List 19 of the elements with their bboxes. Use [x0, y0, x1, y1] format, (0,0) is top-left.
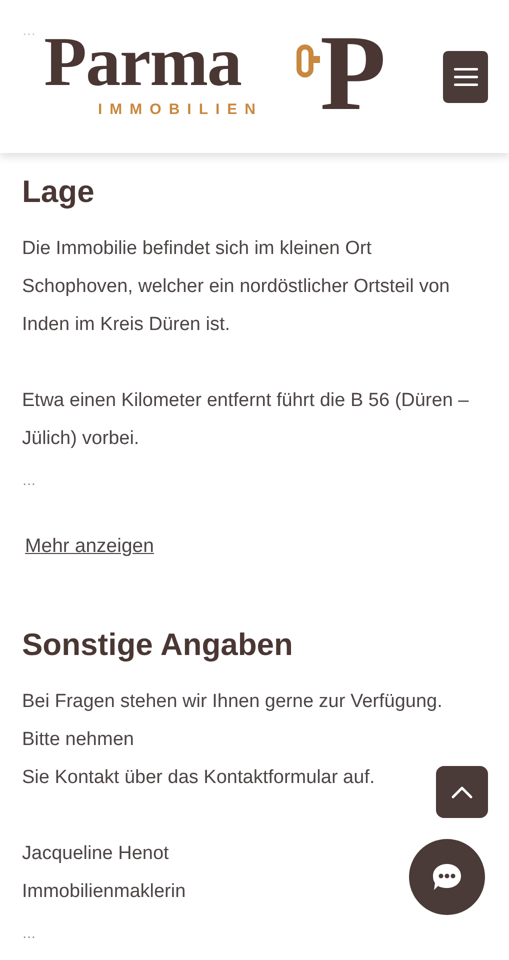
ellipsis: … [22, 926, 36, 940]
menu-icon [454, 68, 478, 86]
menu-button[interactable] [443, 51, 488, 103]
logo-wordmark: Parma [44, 28, 242, 98]
paragraph: Etwa einen Kilometer entfernt führt die B 56 (Düren – Jülich) vorbei. [22, 388, 470, 451]
paragraph: Bei Fragen stehen wir Ihnen gerne zur Verfügung. Bitte nehmen Sie Kontakt über das Kontaktformular auf. [22, 690, 442, 790]
section-heading: Lage [22, 172, 96, 210]
chevron-up-icon [451, 786, 473, 798]
ellipsis: … [22, 472, 36, 487]
more-link[interactable]: Mehr anzeigen [25, 532, 154, 562]
section-heading: Sonstige Angaben [22, 626, 294, 663]
scroll-top-button[interactable] [436, 766, 488, 818]
key-icon [296, 44, 320, 78]
paragraph: Die Immobilie befindet sich im kleinen Ort Schophoven, welcher ein nordöstlicher Ortsteil von Inden im Kreis Düren ist. [22, 236, 451, 337]
ellipsis: … [22, 23, 36, 37]
logo-monogram: P [320, 20, 386, 128]
logo-tagline: IMMOBILIEN [98, 102, 263, 117]
paragraph: Jacqueline Henot Immobilienmaklerin [22, 842, 186, 904]
chat-icon [431, 862, 463, 892]
